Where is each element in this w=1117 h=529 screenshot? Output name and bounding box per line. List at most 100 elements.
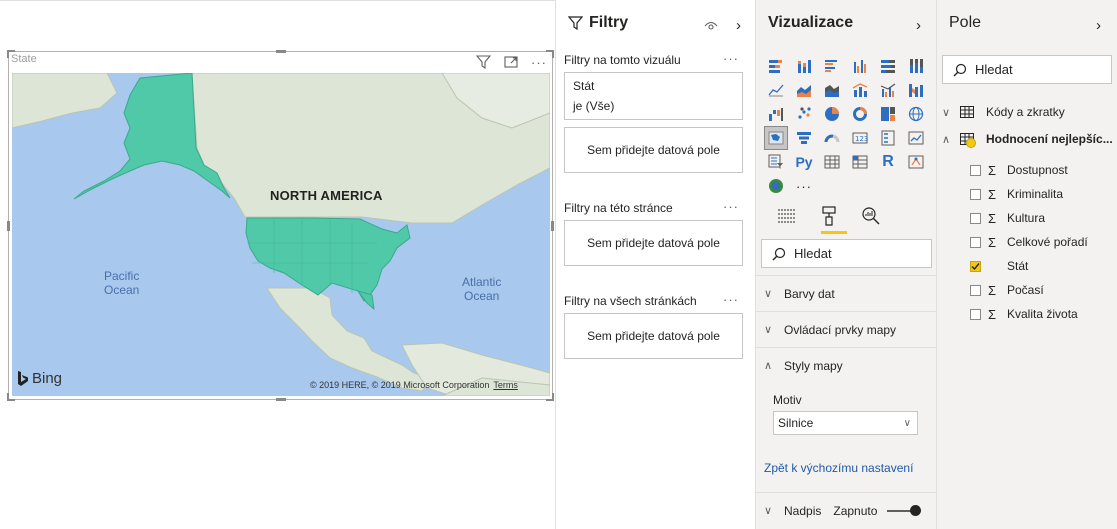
stacked-column-chart-icon[interactable] <box>793 55 815 77</box>
field-name: Stát <box>1007 259 1029 273</box>
filters-all-pages-dropzone[interactable]: Sem přidejte datová pole <box>564 313 743 359</box>
filters-all-pages-section-title: Filtry na všech stránkách <box>564 294 697 308</box>
sigma-icon: Σ <box>987 162 997 178</box>
card-icon[interactable]: 123 <box>849 127 871 149</box>
kpi-icon[interactable] <box>905 127 927 149</box>
fields-search-input[interactable]: Hledat <box>942 55 1112 84</box>
clustered-column-chart-icon[interactable] <box>849 55 871 77</box>
section-data-colors-label: Barvy dat <box>784 286 835 301</box>
motiv-selected-value: Silnice <box>778 416 814 430</box>
key-influencers-icon[interactable] <box>905 151 927 173</box>
python-visual-icon[interactable]: Py <box>793 151 815 173</box>
fields-tab-icon[interactable] <box>776 205 798 227</box>
field-item[interactable]: Stát <box>937 255 1117 277</box>
more-options-icon[interactable]: ··· <box>530 54 548 70</box>
field-checkbox[interactable] <box>970 284 981 296</box>
collapse-fields-chevron-icon[interactable]: › <box>1096 17 1101 34</box>
filter-card-field: Stát <box>573 79 595 93</box>
map-visual[interactable]: State ··· NORTH AMERICA Pacific Ocean At… <box>7 50 554 401</box>
format-search-input[interactable]: Hledat <box>761 239 932 268</box>
resize-handle-bottom[interactable] <box>276 398 286 401</box>
filled-map-icon[interactable] <box>764 126 788 150</box>
area-chart-icon[interactable] <box>793 79 815 101</box>
stacked-bar-chart-icon[interactable] <box>765 55 787 77</box>
table-icon[interactable] <box>821 151 843 173</box>
treemap-icon[interactable] <box>877 103 899 125</box>
field-name: Kriminalita <box>1007 187 1064 201</box>
matrix-icon[interactable] <box>849 151 871 173</box>
field-checkbox[interactable] <box>970 188 981 200</box>
format-paint-roller-icon[interactable] <box>818 205 840 227</box>
format-search-placeholder: Hledat <box>794 246 832 261</box>
resize-handle-left[interactable] <box>7 221 10 231</box>
reset-to-default-link[interactable]: Zpět k výchozímu nastavení <box>764 461 913 475</box>
table-icon <box>960 133 976 148</box>
scatter-chart-icon[interactable] <box>793 103 815 125</box>
eye-icon[interactable] <box>704 20 718 35</box>
ribbon-chart-icon[interactable] <box>905 79 927 101</box>
field-item[interactable]: Σ Kvalita života <box>937 303 1117 325</box>
filters-page-dropzone[interactable]: Sem přidejte datová pole <box>564 220 743 266</box>
table-kody-a-zkratky[interactable]: ∨ Kódy a zkratky <box>937 101 1117 123</box>
field-checkbox[interactable] <box>970 260 981 272</box>
chevron-up-icon: ∧ <box>942 133 951 146</box>
fields-search-placeholder: Hledat <box>975 62 1013 77</box>
filters-page-more-button[interactable]: ··· <box>723 199 739 214</box>
field-item[interactable]: Σ Kriminalita <box>937 183 1117 205</box>
filters-visual-more-button[interactable]: ··· <box>723 51 739 66</box>
multi-row-card-icon[interactable] <box>877 127 899 149</box>
filter-icon[interactable] <box>474 54 492 70</box>
field-item[interactable]: Σ Počasí <box>937 279 1117 301</box>
field-checkbox[interactable] <box>970 212 981 224</box>
r-visual-icon[interactable]: R <box>877 151 899 173</box>
terms-link[interactable]: Terms <box>493 380 518 390</box>
analytics-magnifier-icon[interactable] <box>860 205 882 227</box>
globe-map-icon[interactable] <box>905 103 927 125</box>
funnel-chart-icon[interactable] <box>793 127 815 149</box>
section-map-controls[interactable]: ∨ Ovládací prvky mapy <box>756 311 937 347</box>
100-stacked-bar-chart-icon[interactable] <box>877 55 899 77</box>
collapse-filters-chevron-icon[interactable]: › <box>736 17 741 34</box>
field-checkbox[interactable] <box>970 164 981 176</box>
visualization-tabs <box>776 205 882 227</box>
section-data-colors[interactable]: ∨ Barvy dat <box>756 275 937 311</box>
slicer-icon[interactable] <box>765 151 787 173</box>
waterfall-chart-icon[interactable] <box>765 103 787 125</box>
motiv-label: Motiv <box>773 393 802 407</box>
stacked-area-chart-icon[interactable] <box>821 79 843 101</box>
resize-handle-top[interactable] <box>276 50 286 53</box>
line-and-stacked-column-chart-icon[interactable] <box>849 79 871 101</box>
field-checkbox[interactable] <box>970 236 981 248</box>
visual-type-gallery: 123 Py R ··· <box>764 55 929 199</box>
gauge-icon[interactable] <box>821 127 843 149</box>
motiv-select[interactable]: Silnice ∨ <box>773 411 918 435</box>
section-map-styles[interactable]: ∧ Styly mapy <box>756 347 937 383</box>
more-visuals-icon[interactable]: ··· <box>793 175 815 197</box>
arcgis-map-icon[interactable] <box>765 175 787 197</box>
sigma-icon: Σ <box>987 234 997 250</box>
clustered-bar-chart-icon[interactable] <box>821 55 843 77</box>
field-checkbox[interactable] <box>970 308 981 320</box>
pie-chart-icon[interactable] <box>821 103 843 125</box>
filters-all-pages-more-button[interactable]: ··· <box>723 292 739 307</box>
field-item[interactable]: Σ Celkové pořadí <box>937 231 1117 253</box>
section-title[interactable]: ∨ Nadpis Zapnuto <box>756 492 937 528</box>
fields-pane: Pole › Hledat ∨ Kódy a zkratky ∧ Hodnoce… <box>937 0 1117 529</box>
table-hodnoceni[interactable]: ∧ Hodnocení nejlepšíc... <box>937 128 1117 150</box>
resize-handle-right[interactable] <box>551 221 554 231</box>
sigma-icon: Σ <box>987 282 997 298</box>
map-area[interactable]: NORTH AMERICA Pacific Ocean Atlantic Oce… <box>12 73 550 396</box>
focus-mode-icon[interactable] <box>502 54 520 70</box>
line-and-clustered-column-chart-icon[interactable] <box>877 79 899 101</box>
title-toggle-switch[interactable] <box>887 504 922 516</box>
filters-visual-dropzone[interactable]: Sem přidejte datová pole <box>564 127 743 173</box>
filter-card-stat[interactable]: Stát je (Vše) <box>564 72 743 120</box>
field-item[interactable]: Σ Dostupnost <box>937 159 1117 181</box>
collapse-visualizations-chevron-icon[interactable]: › <box>916 17 921 34</box>
line-chart-icon[interactable] <box>765 79 787 101</box>
title-toggle-label: Zapnuto <box>833 503 878 518</box>
donut-chart-icon[interactable] <box>849 103 871 125</box>
sigma-icon: Σ <box>987 210 997 226</box>
100-stacked-column-chart-icon[interactable] <box>905 55 927 77</box>
field-item[interactable]: Σ Kultura <box>937 207 1117 229</box>
